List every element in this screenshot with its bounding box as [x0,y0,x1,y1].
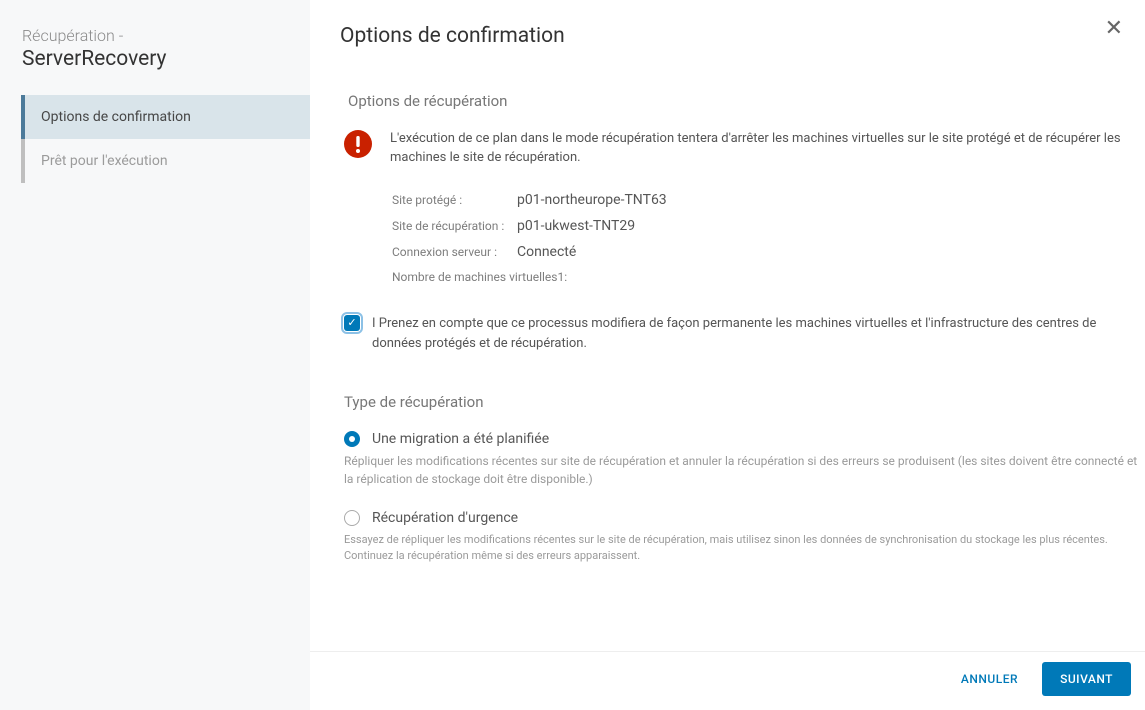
radio-selected-icon [344,431,360,447]
detail-row-recovery-site: Site de récupération : p01-ukwest-TNT29 [392,218,1145,234]
breadcrumb: Récupération - [22,26,288,45]
detail-value: p01-northeurope-TNT63 [517,192,667,208]
radio-planned-desc: Répliquer les modifications récentes sur… [340,453,1145,488]
radio-empty-icon [344,510,360,526]
detail-label: Connexion serveur : [392,245,517,259]
page-title: ServerRecovery [22,47,288,71]
close-button[interactable]: ✕ [1105,18,1123,40]
detail-label: Nombre de machines virtuelles1: [392,270,567,284]
detail-value: Connecté [517,244,576,260]
acknowledge-checkbox-row: ✓ I Prenez en compte que ce processus mo… [340,314,1145,356]
sidebar-step-confirmation[interactable]: Options de confirmation [25,95,310,139]
warning-row: L'exécution de ce plan dans le mode récu… [340,130,1145,168]
section-recovery-type-heading: Type de récupération [340,393,1145,411]
section-recovery-options-heading: Options de récupération [340,92,1145,110]
cancel-button[interactable]: ANNULER [943,662,1036,696]
radio-label: Récupération d'urgence [372,510,518,526]
sidebar-steps: Options de confirmation Prêt pour l'exéc… [21,95,310,183]
detail-block: Site protégé : p01-northeurope-TNT63 Sit… [392,192,1145,284]
sidebar-step-ready[interactable]: Prêt pour l'exécution [25,139,310,183]
radio-planned-migration[interactable]: Une migration a été planifiée [340,431,1145,447]
detail-label: Site de récupération : [392,219,517,233]
sidebar-step-label: Prêt pour l'exécution [41,153,168,169]
detail-value: p01-ukwest-TNT29 [517,218,635,234]
detail-row-server-connection: Connexion serveur : Connecté [392,244,1145,260]
acknowledge-checkbox[interactable]: ✓ [344,315,360,331]
main-panel: Options de confirmation ✕ Options de réc… [310,0,1145,710]
detail-row-vm-count: Nombre de machines virtuelles1: [392,270,1145,284]
warning-icon [344,130,372,162]
detail-row-protected-site: Site protégé : p01-northeurope-TNT63 [392,192,1145,208]
radio-label: Une migration a été planifiée [372,431,549,447]
next-button[interactable]: SUIVANT [1042,662,1131,696]
ack-text: Prenez en compte que ce processus modifi… [372,316,1096,352]
close-icon: ✕ [1105,16,1123,41]
radio-emergency-desc: Essayez de répliquer les modifications r… [340,532,1145,564]
check-icon: ✓ [347,317,356,328]
ack-prefix: I [372,316,379,331]
detail-label: Site protégé : [392,193,517,207]
main-title: Options de confirmation [340,24,1145,48]
sidebar-header: Récupération - ServerRecovery [0,18,310,95]
acknowledge-label: I Prenez en compte que ce processus modi… [372,314,1145,356]
warning-text: L'exécution de ce plan dans le mode récu… [390,130,1145,168]
sidebar: Récupération - ServerRecovery Options de… [0,0,310,710]
sidebar-step-label: Options de confirmation [41,109,191,125]
footer: ANNULER SUIVANT [310,651,1145,710]
radio-emergency-recovery[interactable]: Récupération d'urgence [340,510,1145,526]
